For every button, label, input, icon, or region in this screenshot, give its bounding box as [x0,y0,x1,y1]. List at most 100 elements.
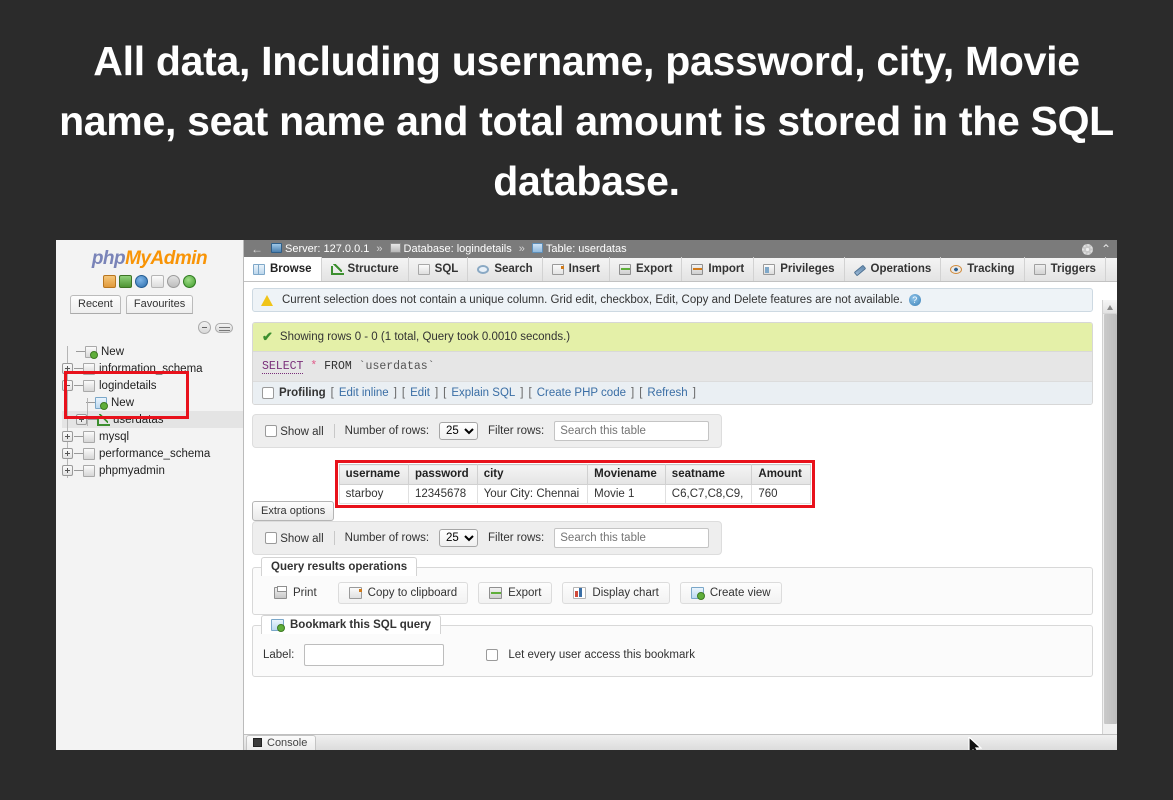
tree-item-label: userdatas [113,413,164,426]
tree-item-mysql[interactable]: mysql [62,428,243,445]
divider [333,531,335,545]
tab-recent[interactable]: Recent [70,295,121,314]
sidebar-tabs: Recent Favourites [56,294,243,314]
scroll-up-arrow[interactable] [1103,300,1117,314]
bracket: [ [401,387,406,399]
tab-search[interactable]: Search [468,257,543,281]
export-button[interactable]: Export [478,582,553,604]
tab-structure[interactable]: Structure [322,257,409,281]
tree-item-information-schema[interactable]: information_schema [62,360,243,377]
page-title: All data, Including username, password, … [59,38,1114,204]
expand-icon[interactable] [62,363,73,374]
bracket: ] [631,387,635,399]
show-all-checkbox[interactable] [265,424,277,437]
col-username[interactable]: username [338,464,410,485]
expand-icon[interactable] [76,414,87,425]
collapse-all-icon[interactable] [198,321,211,334]
profiling-checkbox[interactable] [262,387,274,399]
logo-myadmin-text: MyAdmin [125,248,208,269]
browse-icon [253,263,265,275]
tree-item-logindetails[interactable]: logindetails [62,377,243,394]
refresh-icon[interactable] [183,275,196,288]
tab-label: Browse [270,263,312,275]
help-icon[interactable] [135,275,148,288]
tab-privileges[interactable]: Privileges [754,257,845,281]
logo-php-text: php [91,248,126,269]
breadcrumb-database[interactable]: Database: logindetails [389,243,512,255]
breadcrumb-database-label: Database: logindetails [403,243,512,255]
tab-operations[interactable]: Operations [845,257,942,281]
link-create-php-code[interactable]: Create PHP code [537,387,626,399]
console-label: Console [267,736,308,749]
tree-item-new-table[interactable]: New [62,394,243,411]
expand-icon[interactable] [62,465,73,476]
tab-favourites[interactable]: Favourites [125,295,194,314]
link-edit[interactable]: Edit [410,387,430,399]
tab-browse[interactable]: Browse [244,257,322,281]
tree-item-userdatas[interactable]: userdatas [62,411,243,428]
exit-icon[interactable] [119,275,132,288]
console-icon [253,738,262,747]
col-amount[interactable]: Amount [751,464,811,485]
vertical-scrollbar[interactable] [1102,300,1117,750]
filter-rows-input[interactable] [554,528,710,548]
cell-moviename: Movie 1 [587,484,666,504]
tab-tracking[interactable]: Tracking [941,257,1025,281]
tree-item-phpmyadmin[interactable]: phpmyadmin [62,462,243,479]
back-arrow-icon[interactable]: ← [248,242,266,256]
show-all-group: Show all [265,424,324,438]
export-icon [489,587,503,599]
tab-sql[interactable]: SQL [409,257,469,281]
console-tab[interactable]: Console [246,734,317,750]
docs-icon[interactable] [151,275,164,288]
settings-icon[interactable] [167,275,180,288]
rows-per-page-select[interactable]: 25 [439,422,479,440]
home-icon[interactable] [103,275,116,288]
tree-item-label: information_schema [99,362,203,375]
console-bar[interactable]: Console [244,734,1117,750]
link-explain-sql[interactable]: Explain SQL [451,387,515,399]
cell-city: Your City: Chennai [476,484,589,504]
tree-options-icon[interactable] [215,322,233,333]
display-chart-button[interactable]: Display chart [562,582,670,604]
minimize-icon[interactable]: ⌃ [1101,243,1111,255]
show-all-checkbox[interactable] [265,531,277,544]
col-seatname[interactable]: seatname [664,464,753,485]
copy-to-clipboard-button[interactable]: Copy to clipboard [337,582,469,604]
breadcrumb-table[interactable]: Table: userdatas [531,243,627,255]
tree-item-label: logindetails [99,379,157,392]
tab-triggers[interactable]: Triggers [1025,257,1106,281]
tree-item-performance-schema[interactable]: performance_schema [62,445,243,462]
bookmark-public-label: Let every user access this bookmark [508,649,695,661]
tab-export[interactable]: Export [610,257,683,281]
bookmark-label-input[interactable] [304,644,445,666]
settings-icon[interactable] [1081,243,1093,255]
col-moviename[interactable]: Moviename [587,464,666,485]
info-icon[interactable]: ? [908,294,921,306]
col-password[interactable]: password [408,464,478,485]
filter-rows-input[interactable] [554,421,710,441]
tab-insert[interactable]: Insert [543,257,610,281]
scrollbar-thumb[interactable] [1104,314,1117,724]
tab-import[interactable]: Import [682,257,755,281]
tree-item-new-database[interactable]: New [62,343,243,360]
extra-options-button[interactable]: Extra options [252,501,335,521]
database-icon [83,430,95,443]
search-icon [477,264,490,274]
phpmyadmin-logo[interactable]: phpMyAdmin [56,240,243,272]
link-refresh[interactable]: Refresh [647,387,687,399]
rows-per-page-select[interactable]: 25 [439,529,479,547]
link-edit-inline[interactable]: Edit inline [339,387,389,399]
expand-icon[interactable] [62,431,73,442]
col-city[interactable]: city [476,464,589,485]
breadcrumb-server[interactable]: Server: 127.0.0.1 [271,243,369,255]
bookmark-public-checkbox[interactable] [486,649,499,661]
expand-icon[interactable] [62,448,73,459]
collapse-icon[interactable] [62,380,73,391]
create-view-button[interactable]: Create view [679,582,782,604]
query-ops-legend: Query results operations [261,557,418,576]
tree-dash [74,453,83,454]
print-button[interactable]: Print [263,582,328,604]
sql-query-display[interactable]: SELECT * FROM `userdatas` [253,352,1092,381]
tree-dash [76,351,85,352]
